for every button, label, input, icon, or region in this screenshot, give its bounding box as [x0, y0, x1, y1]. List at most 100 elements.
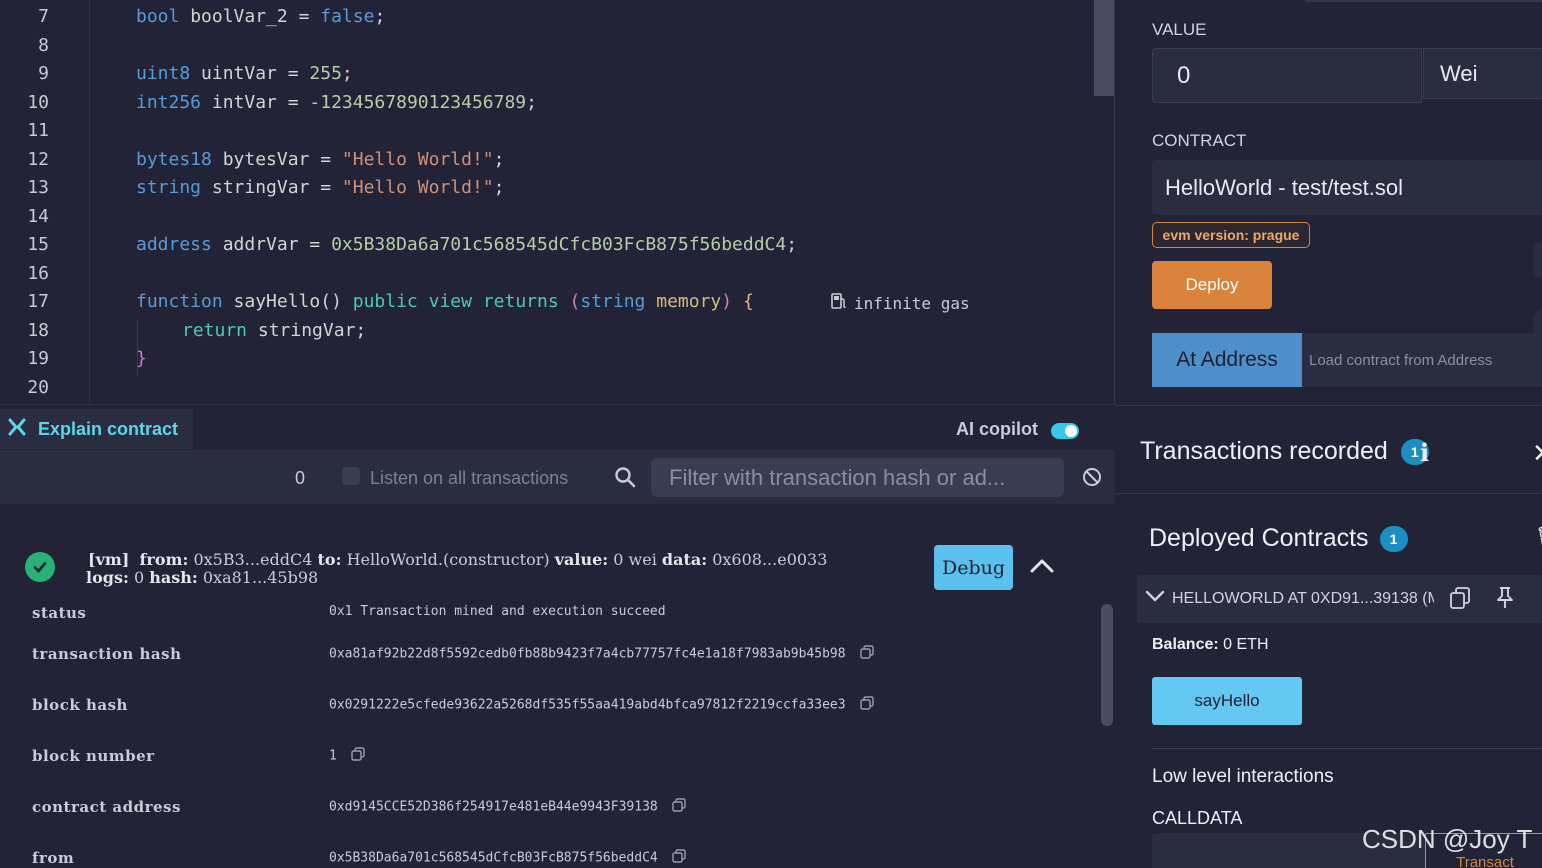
transactions-recorded-header[interactable]: Transactions recorded 1 [1140, 437, 1429, 466]
value-input[interactable]: 0 [1152, 48, 1422, 103]
ai-toolbar: Explain contract AI copilot [0, 404, 1115, 450]
tx-detail-value[interactable]: 0xd9145CCE52D386f254917e481eB44e9943F391… [329, 798, 686, 816]
code-token: public [352, 291, 418, 312]
tx-detail-text: 1 [329, 748, 337, 764]
editor-scrollbar[interactable] [1094, 0, 1114, 96]
deploy-run-panel: VALUE 0 Wei CONTRACT HelloWorld - test/t… [1115, 0, 1542, 868]
debug-button[interactable]: Debug [934, 545, 1013, 590]
tx-detail-value[interactable]: 0xa81af92b22d8f5592cedb0fb88b9423f7a4cb7… [329, 645, 874, 663]
gas-pump-icon [830, 292, 848, 314]
copy-icon[interactable] [351, 747, 365, 765]
code-token: ) [721, 291, 733, 312]
deployed-contracts-header: Deployed Contracts 1 [1149, 524, 1408, 553]
copy-icon[interactable] [1449, 586, 1471, 615]
deploy-button[interactable]: Deploy [1152, 261, 1272, 309]
code-line-9[interactable]: uint8 uintVar = 255; [136, 63, 353, 84]
listen-all-checkbox[interactable] [342, 467, 360, 485]
code-token: ; [786, 234, 798, 255]
contract-select[interactable]: HelloWorld - test/test.sol [1152, 160, 1542, 215]
code-line-13[interactable]: string stringVar = "Hello World!"; [136, 177, 504, 198]
code-token: string [580, 291, 646, 312]
tx-from-key: from: [139, 550, 189, 569]
terminal-toolbar: 0 Listen on all transactions [0, 450, 1115, 504]
code-line-12[interactable]: bytes18 bytesVar = "Hello World!"; [136, 149, 504, 170]
code-token: addrVar = [211, 234, 332, 255]
search-icon[interactable] [614, 466, 636, 493]
copy-icon[interactable] [672, 849, 686, 867]
explain-contract-button[interactable]: Explain contract [0, 409, 193, 449]
copy-icon[interactable] [859, 645, 874, 663]
tx-detail-key: transaction hash [32, 645, 182, 663]
tx-summary-line1[interactable]: [vm] from: 0x5B3...eddC4 to: HelloWorld.… [88, 550, 827, 569]
code-token: uint8 [136, 63, 191, 84]
tx-detail-key: block number [32, 747, 155, 765]
contract-balance: Balance: 0 ETH [1152, 636, 1269, 654]
terminal-output[interactable]: [vm] from: 0x5B3...eddC4 to: HelloWorld.… [0, 504, 1115, 868]
ai-copilot-toggle[interactable] [1051, 423, 1079, 439]
code-token: 0x5B38Da6a701c568545dCfcB03FcB875f56bedd… [331, 234, 787, 255]
copy-icon[interactable] [672, 798, 686, 816]
line-number: 15 [27, 234, 49, 255]
trash-icon[interactable]: 🗑 [1535, 524, 1542, 549]
tx-detail-value[interactable]: 0x0291222e5cfede93622a5268df535f55aa419a… [329, 696, 874, 714]
tx-detail-value[interactable]: 0x1 Transaction mined and execution succ… [329, 604, 666, 619]
code-line-19[interactable]: } [136, 348, 147, 369]
tx-filter-input[interactable] [651, 458, 1064, 497]
divider [1115, 493, 1542, 494]
terminal-scrollbar[interactable] [1101, 604, 1113, 726]
code-line-17[interactable]: function sayHello() public view returns … [136, 291, 754, 312]
tx-summary-line2[interactable]: logs: 0 hash: 0xa81...45b98 [86, 568, 318, 587]
evm-version-badge: evm version: prague [1152, 222, 1310, 248]
gas-estimate: infinite gas [830, 292, 970, 314]
deployed-contracts-label: Deployed Contracts [1149, 524, 1369, 552]
balance-value: 0 ETH [1223, 636, 1269, 653]
tx-detail-value[interactable]: 0x5B38Da6a701c568545dCfcB03FcB875f56bedd… [329, 849, 686, 867]
tx-detail-key: contract address [32, 798, 181, 816]
at-address-button[interactable]: At Address [1152, 333, 1302, 387]
panel-top-border [1305, 0, 1542, 2]
code-token: string [136, 177, 202, 198]
code-token: ; [493, 177, 505, 198]
tx-logs-key: logs: [86, 568, 129, 587]
tx-value-value: 0 wei [613, 550, 657, 569]
tx-detail-text: 0xd9145CCE52D386f254917e481eB44e9943F391… [329, 799, 658, 815]
code-token: ; [493, 149, 505, 170]
tx-detail-value[interactable]: 1 [329, 747, 365, 765]
watermark: CSDN @Joy T [1362, 824, 1533, 854]
code-token: "Hello World!" [341, 149, 494, 170]
code-line-18[interactable]: return stringVar; [182, 320, 366, 341]
line-number: 20 [27, 377, 49, 398]
sayhello-button[interactable]: sayHello [1152, 677, 1302, 725]
line-number: 17 [27, 291, 49, 312]
code-token: bytesVar = [211, 149, 342, 170]
code-token: ; [341, 63, 353, 84]
code-token: return [182, 320, 248, 341]
divider [1115, 405, 1542, 406]
close-icon[interactable]: ✕ [1532, 438, 1542, 469]
code-token: ; [526, 92, 537, 113]
pending-tx-count: 0 [295, 468, 306, 488]
remix-ai-icon [8, 418, 26, 441]
pin-icon[interactable] [1494, 586, 1516, 615]
low-level-interactions-label: Low level interactions [1152, 766, 1334, 787]
side-toggle[interactable] [1533, 240, 1542, 280]
chevron-up-icon[interactable] [1030, 558, 1054, 579]
code-editor[interactable]: 7 8 9 10 11 12 13 14 15 16 17 18 19 20 b… [0, 0, 1115, 404]
code-token: returns [482, 291, 559, 312]
copy-icon[interactable] [859, 696, 874, 714]
at-address-input[interactable]: Load contract from Address [1302, 333, 1542, 387]
clear-terminal-icon[interactable] [1082, 467, 1102, 492]
code-token: -1234567890123456789 [309, 92, 527, 113]
tx-from-value: 0x5B3...eddC4 [193, 550, 313, 569]
line-number: 8 [38, 35, 49, 56]
deployed-contracts-count: 1 [1379, 525, 1408, 552]
code-line-10[interactable]: int256 intVar = -1234567890123456789; [136, 92, 537, 113]
chevron-down-icon[interactable] [1145, 589, 1165, 608]
code-line-15[interactable]: address addrVar = 0x5B38Da6a701c568545dC… [136, 234, 797, 255]
code-line-7[interactable]: bool boolVar_2 = false; [136, 6, 385, 27]
contract-instance-header[interactable]: HELLOWORLD AT 0XD91...39138 (MEMORY) [1137, 575, 1542, 623]
unit-select[interactable]: Wei [1423, 48, 1542, 99]
code-token: 255 [309, 63, 342, 84]
line-number: 9 [38, 63, 49, 84]
info-icon[interactable]: i [1420, 438, 1429, 467]
